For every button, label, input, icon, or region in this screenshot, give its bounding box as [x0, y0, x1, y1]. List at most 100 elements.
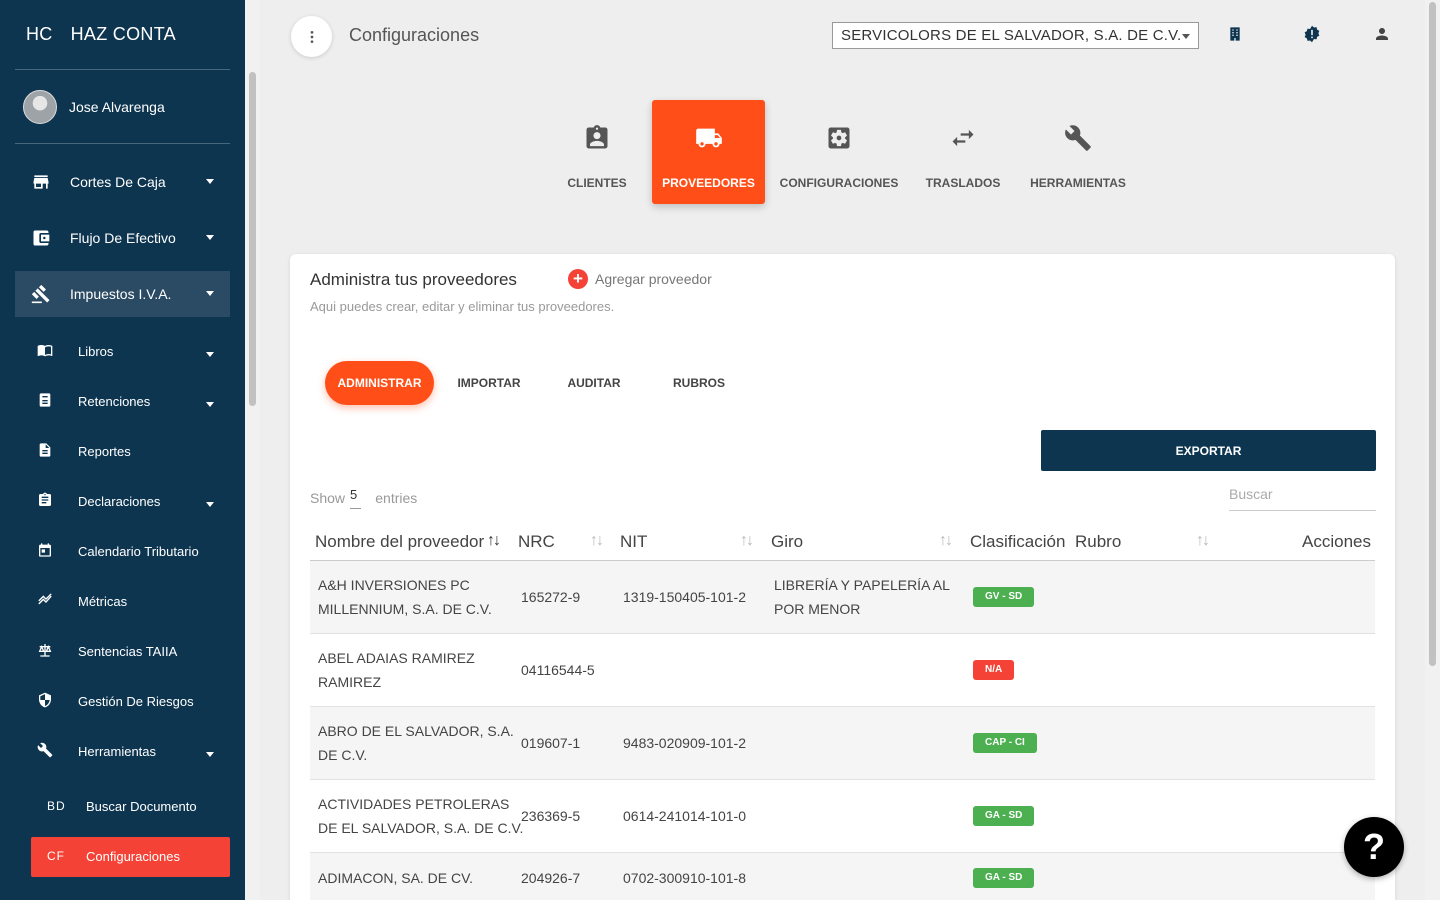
tab-proveedores[interactable]: PROVEEDORES — [652, 100, 765, 204]
suppliers-table: Nombre del proveedor ↑↓ NRC ↑↓ NIT ↑↓ Gi… — [310, 532, 1375, 900]
truck-icon — [695, 128, 722, 148]
help-button[interactable]: ? — [1344, 817, 1404, 877]
cell-name: ABEL ADAIAS RAMIREZ — [318, 650, 475, 666]
cell-giro: POR MENOR — [774, 601, 861, 617]
sidebar-item-calendario-tributario[interactable]: Calendario Tributario — [15, 532, 230, 572]
sidebar-item-configuraciones[interactable]: CF Configuraciones — [31, 837, 230, 877]
sidebar-item-buscar-documento[interactable]: BD Buscar Documento — [31, 787, 230, 827]
tab-label: CLIENTES — [567, 176, 627, 190]
tab-traslados[interactable]: TRASLADOS — [923, 100, 1003, 204]
tab-administrar[interactable]: ADMINISTRAR — [325, 361, 434, 405]
swap-icon — [952, 129, 974, 147]
scrollbar-thumb[interactable] — [1429, 2, 1436, 666]
table-row[interactable]: ABEL ADAIAS RAMIREZ RAMIREZ 04116544-5 N/A — [310, 634, 1375, 707]
plus-icon: + — [568, 269, 588, 289]
tab-importar[interactable]: IMPORTAR — [449, 361, 529, 405]
cell-giro: LIBRERÍA Y PAPELERÍA AL — [774, 577, 950, 593]
brand[interactable]: HC HAZ CONTA — [26, 24, 176, 45]
sort-icon[interactable]: ↑↓ — [1196, 532, 1210, 550]
chevron-down-icon — [206, 352, 214, 357]
tab-clientes[interactable]: CLIENTES — [557, 100, 637, 204]
tab-configuraciones[interactable]: CONFIGURACIONES — [780, 100, 898, 204]
sidebar-item-gestion-de-riesgos[interactable]: Gestión De Riesgos — [15, 682, 230, 722]
page-title: Configuraciones — [349, 25, 480, 45]
wrench-icon — [1065, 125, 1091, 151]
sidebar-item-abbr: BD — [47, 799, 66, 813]
status-badge: GV - SD — [973, 587, 1035, 607]
sidebar-item-label: Flujo De Efectivo — [70, 230, 176, 246]
column-header-giro[interactable]: Giro — [771, 532, 803, 552]
sidebar-item-libros[interactable]: Libros — [15, 332, 230, 372]
user-name: Jose Alvarenga — [69, 99, 165, 115]
status-badge: CAP - CI — [973, 733, 1037, 753]
sidebar-item-cortes-de-caja[interactable]: Cortes De Caja — [15, 159, 230, 205]
column-header-nombre[interactable]: Nombre del proveedor — [315, 532, 484, 552]
cell-nrc: 165272-9 — [521, 589, 581, 605]
sidebar-item-herramientas[interactable]: Herramientas — [15, 732, 230, 772]
sidebar-item-retenciones[interactable]: Retenciones — [15, 382, 230, 422]
alert-badge-icon[interactable] — [1303, 25, 1321, 43]
entries-select[interactable]: 5 — [350, 486, 362, 509]
tab-herramientas[interactable]: HERRAMIENTAS — [1028, 100, 1128, 204]
table-row[interactable]: A&H INVERSIONES PC MILLENNIUM, S.A. DE C.… — [310, 561, 1375, 634]
sidebar-item-declaraciones[interactable]: Declaraciones — [15, 482, 230, 522]
tab-auditar[interactable]: AUDITAR — [559, 361, 629, 405]
sidebar: HC HAZ CONTA Jose Alvarenga Cortes De Ca… — [0, 0, 260, 900]
sidebar-item-label: Métricas — [78, 594, 128, 609]
chevron-down-icon — [206, 235, 214, 240]
sidebar-scrollbar[interactable] — [245, 0, 260, 900]
cell-nit: 0702-300910-101-8 — [623, 870, 746, 886]
column-header-acciones: Acciones — [1302, 532, 1371, 551]
tab-rubros[interactable]: RUBROS — [664, 361, 734, 405]
more-menu-button[interactable] — [291, 16, 332, 57]
sidebar-item-sentencias-taiia[interactable]: Sentencias TAIIA — [15, 632, 230, 672]
export-button[interactable]: EXPORTAR — [1041, 430, 1376, 471]
divider — [15, 143, 230, 144]
sort-icon[interactable]: ↑↓ — [939, 532, 953, 550]
sort-icon[interactable]: ↑↓ — [740, 532, 754, 550]
page-scrollbar[interactable] — [1425, 0, 1440, 900]
wrench-icon — [37, 742, 53, 758]
user-profile[interactable]: Jose Alvarenga — [23, 90, 165, 124]
add-supplier-button[interactable]: + Agregar proveedor — [568, 269, 712, 289]
scale-icon — [38, 644, 52, 657]
column-header-clasificacion: Clasificación — [970, 532, 1066, 551]
table-row[interactable]: ABRO DE EL SALVADOR, S.A. DE C.V. 019607-1… — [310, 707, 1375, 780]
column-header-nrc[interactable]: NRC — [518, 532, 555, 552]
divider — [15, 69, 230, 70]
account-icon[interactable] — [1373, 25, 1391, 43]
building-icon[interactable] — [1227, 26, 1243, 42]
cell-nrc: 019607-1 — [521, 735, 581, 751]
cell-nit: 1319-150405-101-2 — [623, 589, 746, 605]
column-header-nit[interactable]: NIT — [620, 532, 647, 552]
cell-name: ACTIVIDADES PETROLERAS — [318, 796, 510, 812]
sidebar-item-impuestos-iva[interactable]: Impuestos I.V.A. — [15, 271, 230, 317]
chevron-down-icon — [1182, 34, 1190, 39]
cell-name: DE C.V. — [318, 747, 368, 763]
table-body: A&H INVERSIONES PC MILLENNIUM, S.A. DE C.… — [310, 561, 1375, 900]
table-row[interactable]: ACTIVIDADES PETROLERAS DE EL SALVADOR, S.… — [310, 780, 1375, 853]
show-label: Show — [310, 489, 346, 506]
sidebar-item-flujo-de-efectivo[interactable]: Flujo De Efectivo — [15, 215, 230, 261]
chevron-down-icon — [206, 502, 214, 507]
column-header-rubro[interactable]: Rubro — [1075, 532, 1121, 552]
receipt-icon — [39, 393, 51, 407]
table-row[interactable]: ADIMACON, SA. DE CV. 204926-7 0702-300910-… — [310, 853, 1375, 900]
table-header: Nombre del proveedor ↑↓ NRC ↑↓ NIT ↑↓ Gi… — [310, 532, 1375, 561]
sort-icon[interactable]: ↑↓ — [487, 532, 501, 550]
wallet-icon — [33, 230, 50, 246]
company-select[interactable]: SERVICOLORS DE EL SALVADOR, S.A. DE C.V. — [832, 22, 1199, 49]
sidebar-item-reportes[interactable]: Reportes — [15, 432, 230, 472]
card-title: Administra tus proveedores — [310, 270, 517, 289]
sidebar-item-metricas[interactable]: Métricas — [15, 582, 230, 622]
brand-abbr: HC — [26, 24, 53, 44]
gavel-icon — [31, 284, 50, 304]
chevron-down-icon — [206, 402, 214, 407]
sort-icon[interactable]: ↑↓ — [590, 532, 604, 550]
status-badge: N/A — [973, 660, 1015, 680]
search-input[interactable]: Buscar — [1229, 482, 1376, 511]
status-badge: GA - SD — [973, 806, 1035, 826]
scrollbar-thumb[interactable] — [249, 72, 256, 406]
chevron-down-icon — [206, 291, 214, 296]
status-badge: GA - SD — [973, 868, 1035, 888]
